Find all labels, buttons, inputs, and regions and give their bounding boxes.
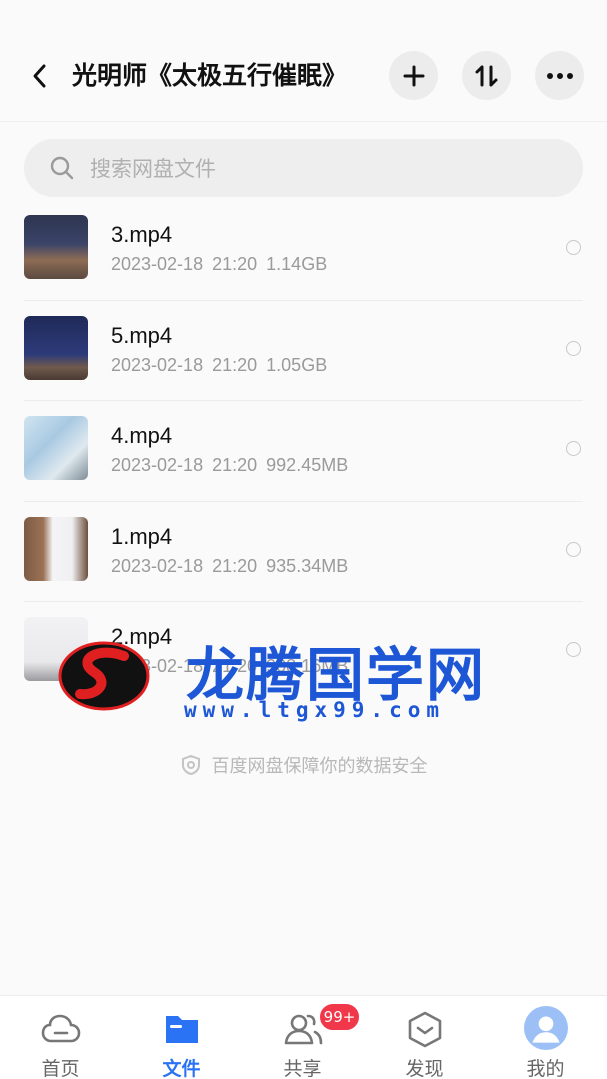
nav-mine-label: 我的 [526,1058,565,1079]
shield-icon [181,754,200,776]
watermark-logo-icon [58,641,150,711]
add-button[interactable] [389,51,438,100]
select-checkbox[interactable] [566,541,581,557]
cube-icon [408,1011,442,1048]
top-bar: 光明师《太极五行催眠》 [0,0,607,122]
bottom-nav: 首页 文件 共享 发现 我的 [0,995,607,1079]
file-name: 4.mp4 [111,423,173,448]
video-thumbnail [24,416,88,480]
search-input[interactable]: 搜索网盘文件 [24,139,583,197]
safety-note-text: 百度网盘保障你的数据安全 [211,756,428,777]
select-checkbox[interactable] [566,441,581,456]
more-button[interactable] [535,51,584,100]
nav-files-label: 文件 [162,1058,201,1079]
video-thumbnail [24,215,88,279]
nav-share-label: 共享 [283,1058,322,1079]
file-row[interactable]: 1.mp4 2023-02-18 21:20 935.34MB [0,502,607,602]
video-thumbnail [24,315,88,380]
file-row[interactable]: 5.mp4 2023-02-18 21:20 1.05GB [0,301,607,401]
file-name: 1.mp4 [111,523,173,549]
share-badge: 99+ [318,1002,361,1032]
file-row[interactable]: 4.mp4 2023-02-18 21:20 992.45MB [0,401,607,502]
file-row[interactable]: 3.mp4 2023-02-18 21:20 1.14GB [0,200,607,301]
nav-discover[interactable]: 发现 [364,996,485,1079]
nav-discover-label: 发现 [405,1058,444,1079]
folder-title: 光明师《太极五行催眠》 [72,61,348,90]
nav-mine[interactable]: 我的 [485,996,606,1079]
watermark: 龙腾国学网 www.ltgx99.com [58,628,518,728]
file-name: 3.mp4 [111,222,173,247]
sort-icon [475,65,497,86]
file-meta: 2023-02-18 21:20 1.14GB [111,254,328,274]
nav-home[interactable]: 首页 [0,996,121,1079]
select-checkbox[interactable] [566,240,581,255]
back-button[interactable] [22,56,58,96]
file-meta: 2023-02-18 21:20 992.45MB [111,455,349,475]
avatar-icon [524,1006,568,1050]
folder-icon [166,1016,198,1043]
nav-home-label: 首页 [41,1058,80,1079]
select-checkbox[interactable] [566,340,581,356]
plus-icon [403,65,424,86]
file-name: 5.mp4 [111,322,173,348]
search-icon [48,154,76,182]
watermark-url: www.ltgx99.com [184,698,446,722]
file-meta: 2023-02-18 21:20 935.34MB [111,555,349,576]
select-checkbox[interactable] [566,642,581,657]
video-thumbnail [24,516,88,581]
nav-files[interactable]: 文件 [121,996,242,1079]
chevron-left-icon [33,64,46,88]
search-placeholder: 搜索网盘文件 [90,157,216,181]
file-meta: 2023-02-18 21:20 1.05GB [111,354,328,375]
cloud-icon [41,1014,81,1043]
sort-button[interactable] [462,51,511,100]
safety-note: 百度网盘保障你的数据安全 [0,750,607,780]
more-icon [546,72,573,79]
